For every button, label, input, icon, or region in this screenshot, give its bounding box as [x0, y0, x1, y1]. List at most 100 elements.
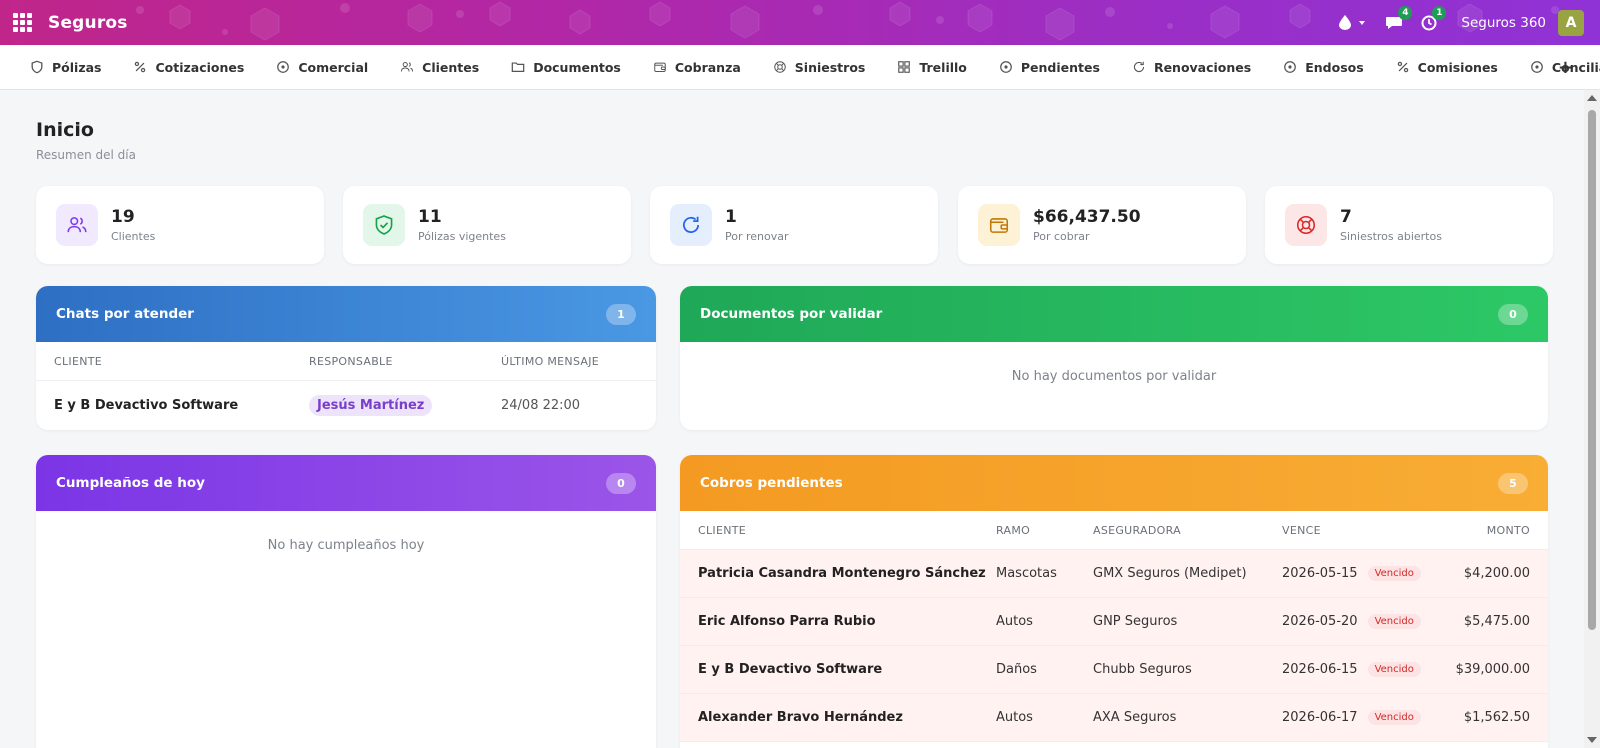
users-icon	[56, 204, 98, 246]
cobro-aseguradora: Chubb Seguros	[1093, 662, 1192, 677]
nav-item-pendientes[interactable]: Pendientes	[999, 60, 1100, 75]
chats-panel-title: Chats por atender	[56, 306, 194, 322]
wallet-icon	[653, 60, 675, 74]
nav-item-label: Documentos	[533, 59, 621, 75]
chats-count-badge: 1	[606, 303, 636, 325]
cumpleanos-count-badge: 0	[606, 472, 636, 494]
table-row[interactable]: Eric Alfonso Parra Rubio Autos GNP Segur…	[680, 598, 1548, 646]
nav-item-documentos[interactable]: Documentos	[511, 60, 621, 75]
stat-value: 19	[111, 207, 135, 227]
circle-dot-icon	[1530, 60, 1552, 74]
cobro-cliente: Alexander Bravo Hernández	[698, 710, 903, 725]
documentos-panel: Documentos por validar 0 No hay document…	[680, 286, 1548, 430]
circle-dot-icon	[1283, 60, 1305, 74]
col-cliente: CLIENTE	[698, 523, 747, 537]
cobro-monto: $5,475.00	[1463, 614, 1530, 629]
cobro-monto: $1,562.50	[1463, 710, 1530, 725]
cobros-panel-header: Cobros pendientes 5	[680, 455, 1548, 511]
documentos-empty-message: No hay documentos por validar	[1011, 369, 1217, 384]
cobro-vence: 2026-05-20	[1282, 614, 1358, 629]
stat-label: Por cobrar	[1033, 230, 1090, 243]
cobro-cliente: Patricia Casandra Montenegro Sánchez	[698, 566, 986, 581]
nav-item-endosos[interactable]: Endosos	[1283, 60, 1364, 75]
lifebuoy-icon	[1285, 204, 1327, 246]
stat-label: Pólizas vigentes	[418, 230, 506, 243]
col-ramo: RAMO	[996, 523, 1031, 537]
cumpleanos-panel-header: Cumpleaños de hoy 0	[36, 455, 656, 511]
add-menu-button[interactable]: +	[1558, 57, 1573, 78]
company-switcher[interactable]: Seguros 360	[1461, 15, 1546, 31]
col-vence: VENCE	[1282, 523, 1321, 537]
nav-item-label: Cotizaciones	[155, 59, 245, 75]
cumpleanos-panel: Cumpleaños de hoy 0 No hay cumpleaños ho…	[36, 455, 656, 748]
col-ultimo-mensaje: ÚLTIMO MENSAJE	[501, 354, 600, 368]
shield-icon	[30, 60, 52, 74]
table-row[interactable]: E y B Devactivo Software Jesús Martínez …	[36, 381, 656, 429]
nav-item-clientes[interactable]: Clientes	[400, 60, 479, 75]
wallet-icon	[978, 204, 1020, 246]
nav-item-cotizaciones[interactable]: Cotizaciones	[133, 60, 244, 75]
apps-grid-icon[interactable]	[13, 12, 33, 33]
page-scrollbar[interactable]	[1584, 90, 1600, 748]
stat-value: 11	[418, 207, 442, 227]
nav-item-label: Clientes	[422, 59, 480, 75]
droplet-icon	[1339, 15, 1352, 30]
chat-cliente: E y B Devactivo Software	[54, 397, 239, 413]
col-aseguradora: ASEGURADORA	[1093, 523, 1181, 537]
users-icon	[400, 60, 422, 74]
status-badge: Vencido	[1367, 614, 1421, 629]
chats-table-header: CLIENTE RESPONSABLE ÚLTIMO MENSAJE	[36, 342, 656, 381]
stat-card-por-renovar[interactable]: 1 Por renovar	[650, 186, 938, 264]
cobros-count-badge: 5	[1498, 472, 1528, 494]
nav-item-label: Comisiones	[1417, 59, 1498, 75]
chat-button[interactable]: 4	[1385, 5, 1413, 31]
col-monto: MONTO	[1486, 523, 1530, 537]
stat-card-clientes[interactable]: 19 Clientes	[36, 186, 324, 264]
cobro-vence: 2026-06-15	[1282, 662, 1358, 677]
percent-icon	[133, 60, 155, 74]
nav-item-label: Renovaciones	[1153, 59, 1252, 75]
stat-card-polizas-vigentes[interactable]: 11 Pólizas vigentes	[343, 186, 631, 264]
nav-item-label: Siniestros	[794, 59, 866, 75]
nav-item-siniestros[interactable]: Siniestros	[773, 59, 866, 75]
nav-item-cobranza[interactable]: Cobranza	[653, 60, 741, 75]
cobros-panel-title: Cobros pendientes	[700, 475, 843, 491]
app-brand[interactable]: Seguros	[48, 13, 128, 33]
scroll-down-arrow[interactable]	[1587, 737, 1597, 743]
status-badge: Vencido	[1367, 662, 1421, 677]
chat-ultimo-mensaje: 24/08 22:00	[501, 397, 581, 413]
lifebuoy-icon	[773, 60, 795, 74]
nav-item-trelillo[interactable]: Trelillo	[897, 60, 967, 75]
cobro-ramo: Mascotas	[996, 566, 1057, 581]
documentos-panel-title: Documentos por validar	[700, 306, 883, 322]
nav-item-label: Cobranza	[674, 59, 741, 75]
shield-check-icon	[363, 204, 405, 246]
nav-item-renovaciones[interactable]: Renovaciones	[1132, 60, 1251, 75]
cobros-panel: Cobros pendientes 5 CLIENTE RAMO ASEGURA…	[680, 455, 1548, 748]
nav-item-polizas[interactable]: Pólizas	[30, 60, 101, 75]
top-bar: Seguros 4 1 Seguros 360 A	[0, 0, 1600, 45]
user-avatar[interactable]: A	[1558, 9, 1584, 36]
nav-item-label: Pólizas	[52, 59, 102, 75]
page-title: Inicio	[36, 119, 94, 141]
nav-item-comisiones[interactable]: Comisiones	[1396, 60, 1498, 75]
nav-item-comercial[interactable]: Comercial	[276, 60, 368, 75]
circle-dot-icon	[999, 60, 1021, 74]
col-responsable: RESPONSABLE	[309, 354, 393, 368]
activity-badge: 1	[1432, 5, 1447, 20]
scroll-up-arrow[interactable]	[1587, 95, 1597, 101]
activity-button[interactable]: 1	[1421, 5, 1447, 31]
table-row[interactable]: E y B Devactivo Software Daños Chubb Seg…	[680, 646, 1548, 694]
stat-card-por-cobrar[interactable]: $66,437.50 Por cobrar	[958, 186, 1246, 264]
nav-item-label: Comercial	[298, 59, 369, 75]
table-row[interactable]: Alexander Bravo Hernández Autos AXA Segu…	[680, 694, 1548, 742]
stat-card-siniestros-abiertos[interactable]: 7 Siniestros abiertos	[1265, 186, 1553, 264]
nav-item-label: Trelillo	[919, 59, 967, 75]
theme-dropdown[interactable]	[1339, 15, 1367, 30]
cobro-aseguradora: GMX Seguros (Medipet)	[1093, 566, 1247, 581]
main-nav: Pólizas Cotizaciones Comercial Clientes Docu…	[0, 45, 1600, 90]
table-row[interactable]: Patricia Casandra Montenegro Sánchez Mas…	[680, 550, 1548, 598]
scroll-thumb[interactable]	[1588, 110, 1596, 630]
stat-label: Siniestros abiertos	[1340, 230, 1442, 243]
cobro-vence: 2026-06-17	[1282, 710, 1358, 725]
